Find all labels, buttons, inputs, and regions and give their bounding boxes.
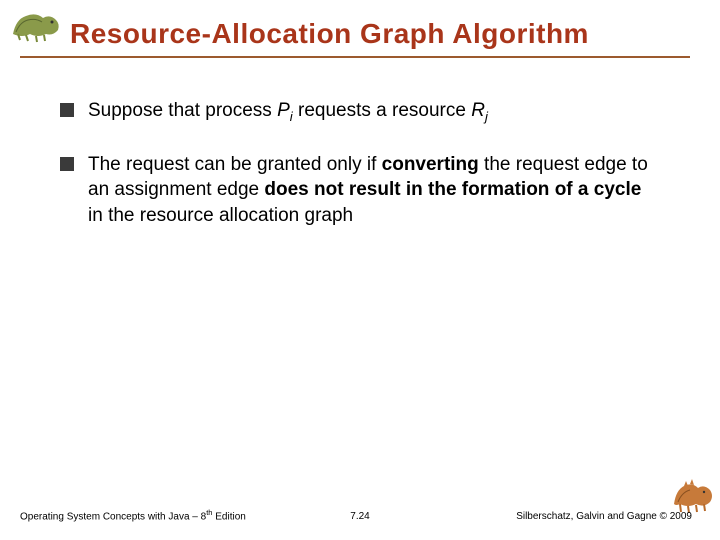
footer-edition: Edition	[212, 511, 245, 522]
footer-book-title: Operating System Concepts with Java – 8	[20, 511, 206, 522]
bullet-marker-icon	[60, 157, 74, 171]
slide-header: Resource-Allocation Graph Algorithm	[0, 0, 720, 50]
text-fragment: The request can be granted only if	[88, 154, 382, 175]
text-bold: does not result in the formation of a cy…	[264, 179, 641, 200]
bullet-item: Suppose that process Pi requests a resou…	[60, 98, 660, 126]
slide-footer: Operating System Concepts with Java – 8t…	[0, 508, 720, 522]
slide-title: Resource-Allocation Graph Algorithm	[70, 18, 690, 50]
footer-page-number: 7.24	[350, 511, 369, 522]
bullet-marker-icon	[60, 103, 74, 117]
bullet-text: Suppose that process Pi requests a resou…	[88, 98, 660, 126]
text-fragment: Suppose that process	[88, 100, 277, 121]
slide-content: Suppose that process Pi requests a resou…	[0, 58, 720, 229]
var-r: R	[471, 100, 485, 121]
footer-copyright: Silberschatz, Galvin and Gagne © 2009	[516, 511, 700, 522]
bullet-item: The request can be granted only if conve…	[60, 152, 660, 229]
bullet-text: The request can be granted only if conve…	[88, 152, 660, 229]
text-fragment: requests a resource	[293, 100, 471, 121]
dinosaur-top-icon	[8, 4, 68, 44]
var-p: P	[277, 100, 290, 121]
text-bold: converting	[382, 154, 479, 175]
footer-left: Operating System Concepts with Java – 8t…	[20, 508, 246, 522]
text-fragment: in the resource allocation graph	[88, 205, 353, 226]
subscript-j: j	[485, 109, 488, 124]
